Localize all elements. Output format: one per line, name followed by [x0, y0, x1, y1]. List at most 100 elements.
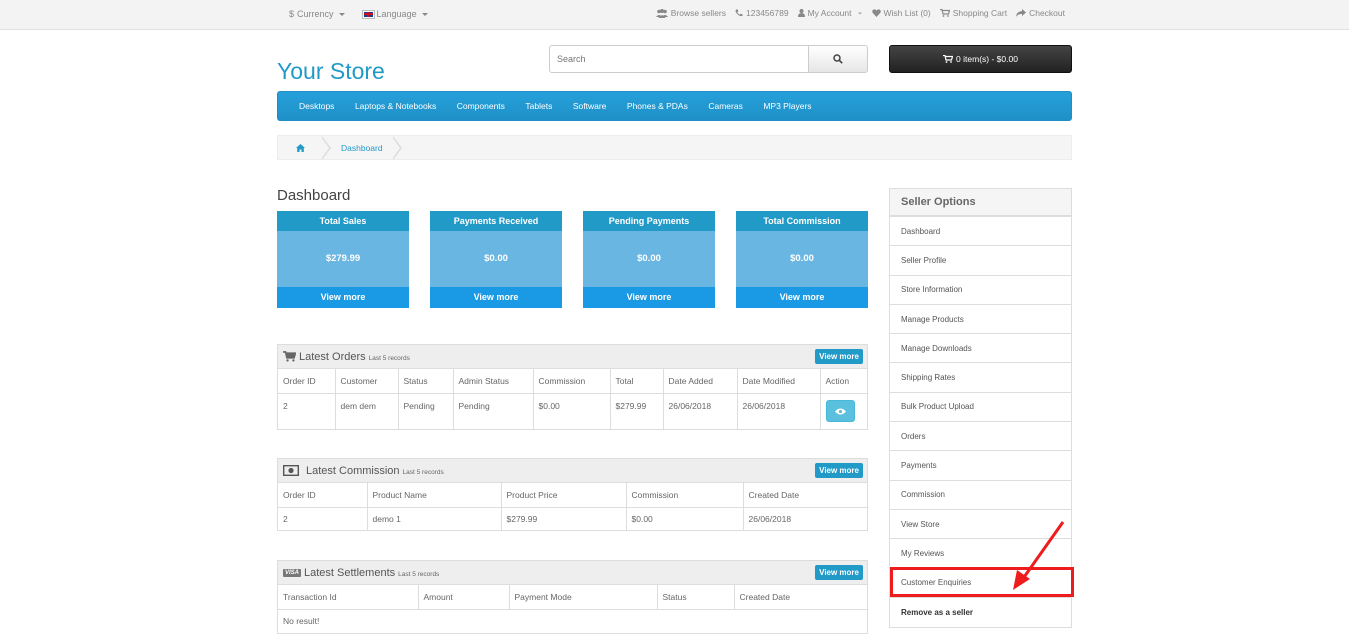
- stat-value: $0.00: [736, 231, 868, 287]
- settlements-table: Transaction Id Amount Payment Mode Statu…: [278, 585, 867, 633]
- stat-label: Payments Received: [430, 211, 562, 231]
- column-header: Order ID: [278, 483, 368, 508]
- my-account-dropdown[interactable]: My Account: [797, 8, 863, 18]
- created-date-cell: 26/06/2018: [742, 506, 867, 530]
- menu-item-phones[interactable]: Phones & PDAs: [627, 101, 688, 111]
- admin-status-cell: Pending: [452, 392, 534, 429]
- sidebar-item-dashboard[interactable]: Dashboard: [890, 217, 1071, 247]
- column-header: Transaction Id: [278, 585, 419, 610]
- cart-icon: [283, 351, 296, 362]
- column-header: Customer: [334, 369, 399, 394]
- top-bar: $ Currency Language Browse sellers 123456…: [0, 0, 1349, 30]
- shopping-cart-label: Shopping Cart: [952, 8, 1008, 18]
- latest-settlements-panel: VISA Latest Settlements Last 5 records V…: [277, 560, 868, 634]
- cart-button[interactable]: 0 item(s) - $0.00: [889, 45, 1072, 73]
- menu-item-components[interactable]: Components: [457, 101, 505, 111]
- column-header: Date Added: [662, 369, 738, 394]
- breadcrumb-home[interactable]: [278, 136, 322, 159]
- shopping-cart-link[interactable]: Shopping Cart: [939, 8, 1008, 18]
- view-order-button[interactable]: [825, 400, 855, 423]
- language-label: Language: [376, 9, 417, 19]
- commission-cell: $0.00: [625, 506, 744, 530]
- panel-header: VISA Latest Settlements Last 5 records V…: [278, 561, 867, 585]
- column-header: Commission: [625, 483, 744, 508]
- customer-cell: dem dem: [334, 392, 399, 429]
- sidebar-item-orders[interactable]: Orders: [890, 422, 1071, 452]
- column-header: Commission: [532, 369, 611, 394]
- breadcrumb-dashboard[interactable]: Dashboard: [331, 143, 393, 153]
- stat-card-pending-payments: Pending Payments $0.00 View more: [583, 211, 715, 308]
- wish-list-label: Wish List (0): [883, 8, 931, 18]
- share-arrow-icon: [1016, 9, 1027, 17]
- orders-table: Order ID Customer Status Admin Status Co…: [278, 369, 867, 429]
- stat-label: Total Commission: [736, 211, 868, 231]
- product-name-cell: demo 1: [366, 506, 502, 530]
- sidebar-item-seller-profile[interactable]: Seller Profile: [890, 246, 1071, 276]
- view-more-button[interactable]: View more: [815, 463, 863, 478]
- language-dropdown[interactable]: Language: [361, 9, 428, 19]
- wish-list-link[interactable]: Wish List (0): [871, 8, 931, 18]
- currency-dropdown[interactable]: $ Currency: [289, 9, 345, 19]
- sidebar-item-payments[interactable]: Payments: [890, 451, 1071, 481]
- stat-view-more-link[interactable]: View more: [277, 287, 409, 308]
- empty-result: No result!: [278, 608, 867, 633]
- table-row: 2 dem dem Pending Pending $0.00 $279.99 …: [278, 392, 867, 429]
- date-added-cell: 26/06/2018: [662, 392, 738, 429]
- checkout-link[interactable]: Checkout: [1016, 8, 1065, 18]
- sidebar-item-store-information[interactable]: Store Information: [890, 276, 1071, 305]
- column-header: Product Price: [500, 483, 627, 508]
- panel-header: Latest Orders Last 5 records View more: [278, 345, 867, 369]
- stat-view-more-link[interactable]: View more: [736, 287, 868, 308]
- commission-table: Order ID Product Name Product Price Comm…: [278, 483, 867, 530]
- menu-item-tablets[interactable]: Tablets: [525, 101, 552, 111]
- annotation-arrow-icon: [1013, 521, 1065, 590]
- menu-item-laptops[interactable]: Laptops & Notebooks: [355, 101, 436, 111]
- users-icon: [655, 8, 668, 18]
- cart-summary: 0 item(s) - $0.00: [956, 54, 1018, 64]
- table-header-row: Transaction Id Amount Payment Mode Statu…: [278, 585, 867, 610]
- latest-commission-panel: Latest Commission Last 5 records View mo…: [277, 458, 868, 531]
- search-bar: [549, 45, 868, 73]
- store-logo[interactable]: Your Store: [277, 58, 385, 85]
- column-header: Created Date: [742, 483, 867, 508]
- sidebar-item-bulk-product-upload[interactable]: Bulk Product Upload: [890, 393, 1071, 423]
- column-header: Admin Status: [452, 369, 534, 394]
- table-header-row: Order ID Product Name Product Price Comm…: [278, 483, 867, 508]
- money-icon: [283, 465, 299, 476]
- stat-label: Total Sales: [277, 211, 409, 231]
- view-more-button[interactable]: View more: [815, 565, 863, 580]
- breadcrumb-separator: [391, 135, 402, 160]
- breadcrumb: Dashboard: [277, 135, 1072, 160]
- sidebar-item-remove-seller[interactable]: Remove as a seller: [890, 598, 1071, 627]
- panel-title: Latest Orders: [299, 350, 366, 363]
- phone-link[interactable]: 123456789: [735, 8, 789, 18]
- table-header-row: Order ID Customer Status Admin Status Co…: [278, 369, 867, 394]
- column-header: Order ID: [278, 369, 336, 394]
- stat-view-more-link[interactable]: View more: [583, 287, 715, 308]
- browse-sellers-link[interactable]: Browse sellers: [655, 8, 726, 18]
- menu-item-software[interactable]: Software: [573, 101, 607, 111]
- stat-view-more-link[interactable]: View more: [430, 287, 562, 308]
- order-id-cell: 2: [278, 506, 368, 530]
- phone-label: 123456789: [746, 8, 789, 18]
- sidebar-item-manage-products[interactable]: Manage Products: [890, 305, 1071, 335]
- order-id-cell: 2: [278, 392, 336, 429]
- menu-item-cameras[interactable]: Cameras: [708, 101, 742, 111]
- sidebar-item-manage-downloads[interactable]: Manage Downloads: [890, 334, 1071, 364]
- user-icon: [797, 9, 805, 17]
- sidebar-item-commission[interactable]: Commission: [890, 481, 1071, 510]
- menu-item-desktops[interactable]: Desktops: [299, 101, 334, 111]
- column-header: Payment Mode: [508, 585, 658, 610]
- search-input[interactable]: [549, 45, 809, 73]
- column-header: Date Modified: [736, 369, 821, 394]
- home-icon: [295, 143, 305, 152]
- stat-value: $0.00: [583, 231, 715, 287]
- sidebar-item-shipping-rates[interactable]: Shipping Rates: [890, 363, 1071, 393]
- view-more-button[interactable]: View more: [815, 349, 863, 364]
- sidebar-title: Seller Options: [890, 189, 1071, 217]
- menu-item-mp3[interactable]: MP3 Players: [763, 101, 811, 111]
- search-button[interactable]: [809, 45, 868, 73]
- heart-icon: [871, 9, 881, 17]
- stat-card-total-sales: Total Sales $279.99 View more: [277, 211, 409, 308]
- panel-title: Latest Commission: [306, 464, 400, 477]
